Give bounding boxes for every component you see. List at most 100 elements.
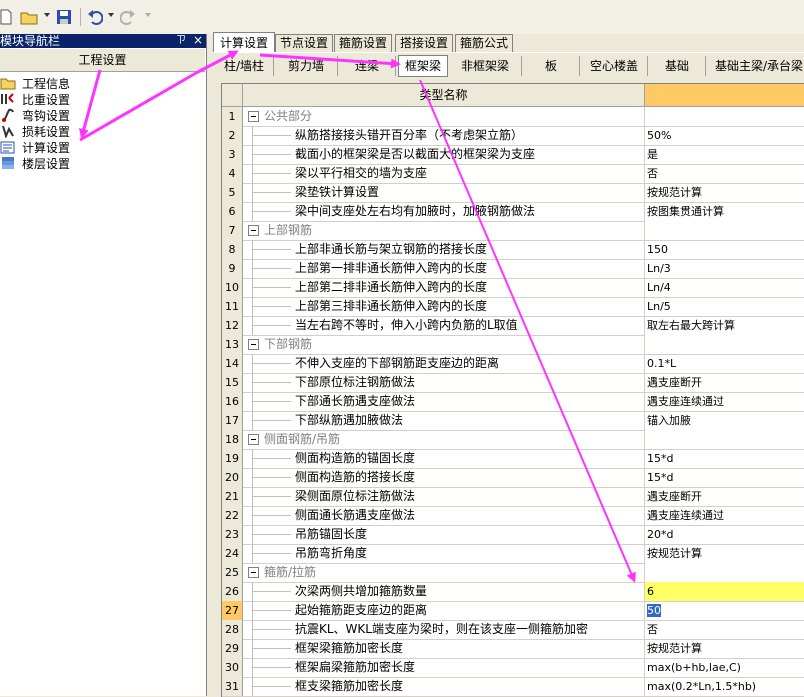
table-row[interactable]: 24 吊筋弯折角度 按规范计算 [222, 544, 804, 564]
table-row[interactable]: 8 上部非通长筋与架立钢筋的搭接长度 150 [222, 240, 804, 260]
table-row[interactable]: 5 梁垫铁计算设置 按规范计算 [222, 183, 804, 203]
setting-value-cell[interactable]: 遇支座断开 [645, 373, 804, 392]
tab-column-wall-column[interactable]: 柱/墙柱 [215, 56, 274, 76]
collapse-icon[interactable] [248, 111, 259, 122]
tab-calc-settings[interactable]: 计算设置 [213, 32, 275, 53]
group-row[interactable]: 18 侧面钢筋/吊筋 [222, 430, 804, 450]
setting-value-cell[interactable]: 按规范计算 [645, 544, 804, 563]
setting-value-cell[interactable]: Ln/5 [645, 297, 804, 316]
undo-dropdown-icon[interactable] [108, 13, 114, 17]
pin-icon[interactable]: ㄗ [176, 34, 186, 48]
setting-value-cell[interactable]: 是 [645, 145, 804, 164]
collapse-icon[interactable] [248, 567, 259, 578]
tab-node-settings[interactable]: 节点设置 [275, 34, 333, 52]
tab-shear-wall[interactable]: 剪力墙 [275, 56, 338, 76]
close-icon[interactable]: × [193, 33, 203, 47]
setting-value-cell[interactable]: 按规范计算 [645, 639, 804, 658]
row-number: 3 [222, 145, 243, 164]
table-row[interactable]: 16 下部通长筋遇支座做法 遇支座连续通过 [222, 392, 804, 412]
table-row[interactable]: 29 框架梁箍筋加密长度 按规范计算 [222, 639, 804, 659]
table-row[interactable]: 17 下部纵筋遇加腋做法 锚入加腋 [222, 411, 804, 431]
tab-stirrup-formula[interactable]: 箍筋公式 [455, 34, 513, 52]
tab-foundation[interactable]: 基础 [649, 56, 706, 76]
nav-item-project-info[interactable]: 工程信息 [0, 75, 70, 91]
nav-item-label: 计算设置 [22, 140, 71, 155]
redo-dropdown-icon[interactable] [145, 13, 151, 17]
table-row[interactable]: 11 上部第三排非通长筋伸入跨内的长度 Ln/5 [222, 297, 804, 317]
table-row[interactable]: 30 框架扁梁箍筋加密长度 max(b+hb,lae,C) [222, 658, 804, 678]
setting-value-cell[interactable]: 50 [645, 601, 804, 620]
tab-non-frame-beam[interactable]: 非框架梁 [449, 56, 522, 76]
tab-frame-beam[interactable]: 框架梁 [398, 55, 448, 77]
redo-icon[interactable] [118, 7, 138, 27]
new-document-icon[interactable] [0, 7, 16, 27]
group-row[interactable]: 25 箍筋/拉筋 [222, 563, 804, 583]
tab-lap-settings[interactable]: 搭接设置 [395, 34, 453, 52]
nav-item-hook-settings[interactable]: 弯钩设置 [0, 107, 70, 123]
setting-value-cell[interactable]: max(0.2*Ln,1.5*hb) [645, 677, 804, 696]
table-row[interactable]: 31 框支梁箍筋加密长度 max(0.2*Ln,1.5*hb) [222, 677, 804, 697]
table-row[interactable]: 6 梁中间支座处左右均有加腋时，加腋钢筋做法 按图集贯通计算 [222, 202, 804, 222]
table-row[interactable]: 20 侧面构造筋的搭接长度 15*d [222, 468, 804, 488]
setting-value-cell[interactable]: 锚入加腋 [645, 411, 804, 430]
setting-name: 上部第一排非通长筋伸入跨内的长度 [295, 261, 488, 275]
table-row[interactable]: 9 上部第一排非通长筋伸入跨内的长度 Ln/3 [222, 259, 804, 279]
setting-value-cell[interactable]: 6 [645, 582, 804, 601]
table-row[interactable]: 3 截面小的框架梁是否以截面大的框架梁为支座 是 [222, 145, 804, 165]
setting-value-cell[interactable]: 15*d [645, 449, 804, 468]
table-row[interactable]: 22 侧面通长筋遇支座做法 遇支座连续通过 [222, 506, 804, 526]
open-dropdown-icon[interactable] [44, 13, 50, 17]
group-row[interactable]: 7 上部钢筋 [222, 221, 804, 241]
setting-value-cell[interactable]: Ln/3 [645, 259, 804, 278]
setting-value-cell[interactable]: 按规范计算 [645, 183, 804, 202]
table-row[interactable]: 14 不伸入支座的下部钢筋距支座边的距离 0.1*L [222, 354, 804, 374]
table-row[interactable]: 10 上部第二排非通长筋伸入跨内的长度 Ln/4 [222, 278, 804, 298]
tab-stirrup-settings[interactable]: 箍筋设置 [334, 34, 392, 52]
setting-value-cell[interactable]: 遇支座连续通过 [645, 506, 804, 525]
setting-value: 取左右最大跨计算 [647, 319, 735, 332]
setting-value-cell[interactable]: 按图集贯通计算 [645, 202, 804, 221]
open-folder-icon[interactable] [19, 7, 39, 27]
grid-header: 类型名称 [222, 84, 804, 107]
nav-item-density-settings[interactable]: 比重设置 [0, 91, 70, 107]
table-row[interactable]: 2 纵筋搭接接头错开百分率（不考虑架立筋） 50% [222, 126, 804, 146]
setting-value-cell[interactable]: 20*d [645, 525, 804, 544]
setting-value: Ln/4 [647, 281, 671, 294]
table-row[interactable]: 15 下部原位标注钢筋做法 遇支座断开 [222, 373, 804, 393]
table-row[interactable]: 23 吊筋锚固长度 20*d [222, 525, 804, 545]
table-row[interactable]: 21 梁侧面原位标注筋做法 遇支座断开 [222, 487, 804, 507]
setting-value-cell[interactable]: 50% [645, 126, 804, 145]
setting-value-cell[interactable]: 遇支座断开 [645, 487, 804, 506]
tab-hollow-floor[interactable]: 空心楼盖 [581, 56, 648, 76]
setting-value-cell[interactable]: 否 [645, 164, 804, 183]
table-row[interactable]: 12 当左右跨不等时，伸入小跨内负筋的L取值 取左右最大跨计算 [222, 316, 804, 336]
nav-item-loss-settings[interactable]: 损耗设置 [0, 123, 70, 139]
group-row[interactable]: 1 公共部分 [222, 107, 804, 127]
setting-value-cell[interactable]: 15*d [645, 468, 804, 487]
tab-coupling-beam[interactable]: 连梁 [339, 56, 396, 76]
setting-value-cell[interactable]: 否 [645, 620, 804, 639]
group-name-cell: 下部钢筋 [243, 335, 645, 354]
table-row[interactable]: 26 次梁两侧共增加箍筋数量 6 [222, 582, 804, 602]
save-icon[interactable] [54, 7, 74, 27]
setting-value-cell[interactable]: 遇支座连续通过 [645, 392, 804, 411]
table-row[interactable]: 27 起始箍筋距支座边的距离 50 [222, 601, 804, 621]
setting-value-cell[interactable]: max(b+hb,lae,C) [645, 658, 804, 677]
table-row[interactable]: 4 梁以平行相交的墙为支座 否 [222, 164, 804, 184]
table-row[interactable]: 19 侧面构造筋的锚固长度 15*d [222, 449, 804, 469]
setting-value-cell[interactable]: 取左右最大跨计算 [645, 316, 804, 335]
nav-item-floor-settings[interactable]: 楼层设置 [0, 155, 70, 171]
collapse-icon[interactable] [248, 434, 259, 445]
collapse-icon[interactable] [248, 225, 259, 236]
setting-value-cell[interactable]: 0.1*L [645, 354, 804, 373]
tab-slab[interactable]: 板 [523, 56, 580, 76]
nav-item-calc-settings[interactable]: 计算设置 [0, 139, 70, 155]
undo-icon[interactable] [85, 7, 105, 27]
setting-value-cell[interactable]: 150 [645, 240, 804, 259]
nav-section-header[interactable]: 工程设置 [0, 49, 205, 72]
collapse-icon[interactable] [248, 339, 259, 350]
table-row[interactable]: 28 抗震KL、WKL端支座为梁时，则在该支座一侧箍筋加密 否 [222, 620, 804, 640]
setting-value-cell[interactable]: Ln/4 [645, 278, 804, 297]
tab-foundation-main-beam[interactable]: 基础主梁/承台梁 [707, 56, 804, 76]
group-row[interactable]: 13 下部钢筋 [222, 335, 804, 355]
